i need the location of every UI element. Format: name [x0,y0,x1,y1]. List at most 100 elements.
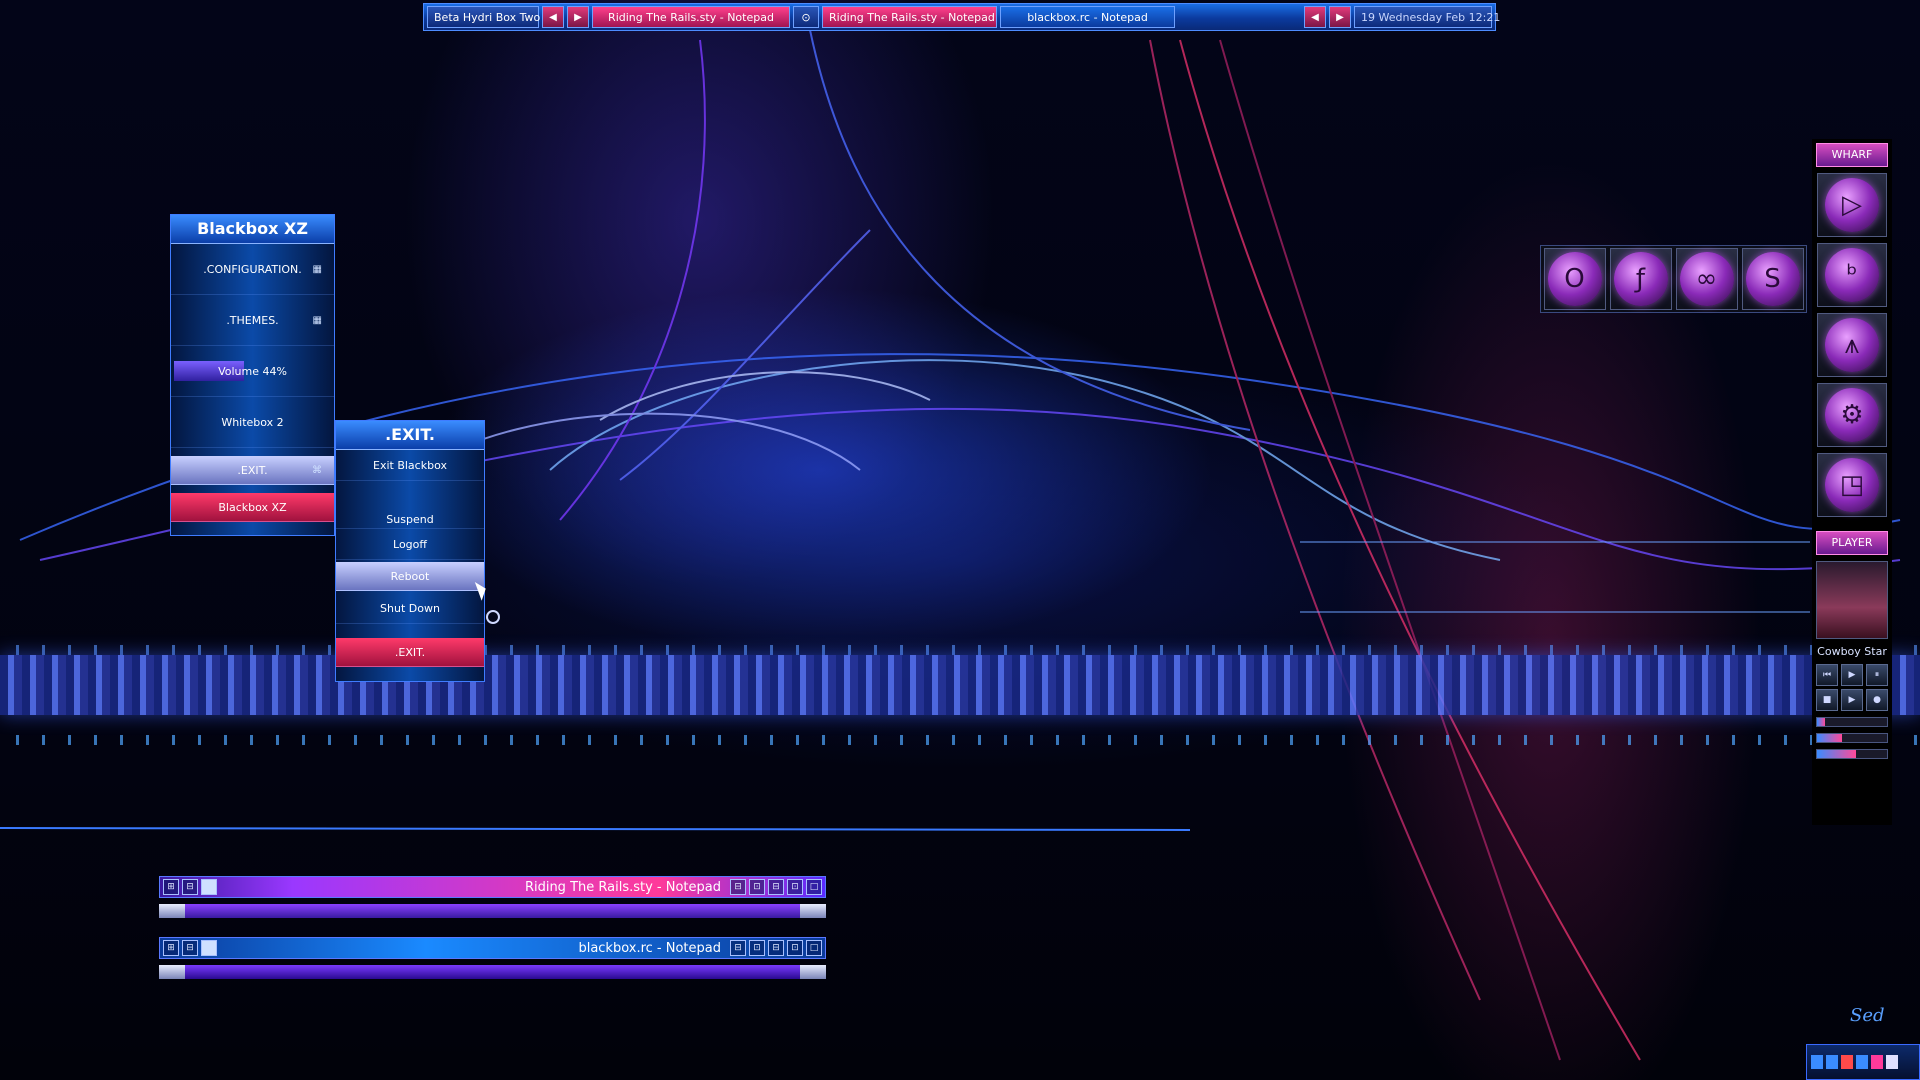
menu-item-label: .EXIT. [237,463,268,477]
window-title: Riding The Rails.sty - Notepad [524,879,721,895]
window-handle-bar[interactable] [185,965,800,979]
sticky-button[interactable]: ⊟ [730,940,746,956]
menu-item-suspend[interactable]: Suspend [336,489,484,529]
menu-item-whitebox[interactable]: Whitebox 2 [171,397,334,448]
tray-volume-icon[interactable] [1826,1055,1838,1069]
minimize-button[interactable]: ⊟ [768,940,784,956]
task-blackbox-rc[interactable]: blackbox.rc - Notepad [1000,6,1175,28]
notepad-app-icon [201,879,217,895]
ontop-button[interactable]: ⊡ [749,940,765,956]
launcher-network-button[interactable]: ∞ [1675,248,1738,310]
menu-footer-exit[interactable]: .EXIT. [336,638,484,667]
pause-button[interactable]: ⏸ [1866,664,1888,686]
next-track-button[interactable]: ▶ [1841,689,1863,711]
menu-item-logoff[interactable]: Logoff [336,529,484,560]
window-shade-button[interactable]: ⊟ [182,879,198,895]
wharf-button-arrow[interactable]: ⩚ [1817,313,1887,377]
menu-item-exit[interactable]: .EXIT. ⌘ [171,456,334,485]
system-tray [1806,1044,1920,1080]
window-menu-button[interactable]: ⊞ [163,879,179,895]
window-titlebar[interactable]: ⊞ ⊟ blackbox.rc - Notepad ⊟ ⊡ ⊟ ⊡ □ [159,937,826,959]
next-workspace-button[interactable]: ▶ [567,6,589,28]
left-resize-grip[interactable] [159,904,185,918]
tray-network-icon[interactable] [1811,1055,1823,1069]
window-blackbox-rc: ⊞ ⊟ blackbox.rc - Notepad ⊟ ⊡ ⊟ ⊡ □ [159,937,826,983]
prev-workspace-button[interactable]: ◀ [542,6,564,28]
prev-track-button[interactable]: ⏮ [1816,664,1838,686]
menu-item-shutdown[interactable]: Shut Down [336,593,484,624]
task-riding-the-rails-2[interactable]: Riding The Rails.sty - Notepad [822,6,997,28]
task-separator-icon[interactable]: ⊙ [793,6,819,28]
window-title: blackbox.rc - Notepad [578,940,721,956]
menu-footer-blackbox[interactable]: Blackbox XZ [171,493,334,522]
window-handle-bar[interactable] [185,904,800,918]
menu-footer-label: Blackbox XZ [218,500,287,514]
window-handle [159,965,826,979]
next-task-button[interactable]: ▶ [1329,6,1351,28]
pin-icon: ⌘ [312,464,322,476]
volume-slider[interactable] [1816,733,1888,743]
coil-bottom-ticks [0,735,1920,745]
menu-item-exit-blackbox[interactable]: Exit Blackbox [336,450,484,481]
player-controls: ⏮ ▶ ⏸ ■ ▶ ● [1812,664,1892,711]
arrow-up-orb-icon: ⩚ [1825,318,1879,372]
sticky-button[interactable]: ⊟ [730,879,746,895]
ontop-button[interactable]: ⊡ [749,879,765,895]
maximize-button[interactable]: ⊡ [787,940,803,956]
prev-task-button[interactable]: ◀ [1304,6,1326,28]
tray-antivirus-icon[interactable] [1841,1055,1853,1069]
menu-item-volume[interactable]: Volume 44% [171,346,334,397]
menu-item-themes[interactable]: .THEMES. ▦ [171,295,334,346]
record-button[interactable]: ● [1866,689,1888,711]
balance-fill [1817,750,1856,758]
menu-item-label: Logoff [393,537,427,551]
launcher-opera-button[interactable]: O [1543,248,1606,310]
seek-slider[interactable] [1816,717,1888,727]
wharf-button-window[interactable]: ◳ [1817,453,1887,517]
stop-button[interactable]: ■ [1816,689,1838,711]
right-resize-grip[interactable] [800,904,826,918]
notepad-app-icon [201,940,217,956]
menu-footer-label: .EXIT. [394,645,426,659]
balance-slider[interactable] [1816,749,1888,759]
wharf-panel: WHARF ▷ ᵇ ⩚ ⚙ ◳ PLAYER Cowboy Star ⏮ ▶ ⏸… [1812,139,1892,825]
menu-item-label: Reboot [390,569,430,583]
firefox-icon: ƒ [1613,252,1668,306]
window-menu-button[interactable]: ⊞ [163,940,179,956]
toolbar-clock[interactable]: 19 Wednesday Feb 12:21 [1354,6,1500,28]
wharf-button-play[interactable]: ▷ [1817,173,1887,237]
tray-app-icon[interactable] [1856,1055,1868,1069]
exit-submenu-title[interactable]: .EXIT. [336,421,484,450]
window-shade-button[interactable]: ⊟ [182,940,198,956]
album-art[interactable] [1816,561,1888,639]
maximize-button[interactable]: ⊡ [787,879,803,895]
main-menu-title[interactable]: Blackbox XZ [171,215,334,244]
close-button[interactable]: □ [806,879,822,895]
menu-item-reboot[interactable]: Reboot [336,562,484,591]
close-button[interactable]: □ [806,940,822,956]
minimize-button[interactable]: ⊟ [768,879,784,895]
right-resize-grip[interactable] [800,965,826,979]
menu-item-label: Whitebox 2 [221,415,284,429]
menu-item-configuration[interactable]: .CONFIGURATION. ▦ [171,244,334,295]
left-resize-grip[interactable] [159,965,185,979]
wharf-label: WHARF [1816,143,1888,167]
window-titlebar[interactable]: ⊞ ⊟ Riding The Rails.sty - Notepad ⊟ ⊡ ⊟… [159,876,826,898]
menu-item-label: Exit Blackbox [373,458,447,472]
task-riding-the-rails-1[interactable]: Riding The Rails.sty - Notepad [592,6,790,28]
wharf-button-settings[interactable]: ⚙ [1817,383,1887,447]
launcher-bar: O ƒ ∞ S [1540,245,1807,313]
submenu-icon: ▦ [312,263,322,275]
workspace-label[interactable]: Beta Hydri Box Two [427,6,540,28]
launcher-firefox-button[interactable]: ƒ [1609,248,1672,310]
play-button[interactable]: ▶ [1841,664,1863,686]
tray-media-icon[interactable] [1871,1055,1883,1069]
tray-lock-icon[interactable] [1886,1055,1898,1069]
submenu-icon: ▦ [312,314,322,326]
player-volume-fill [1817,734,1842,742]
player-label: PLAYER [1816,531,1888,555]
wharf-button-bbstyle[interactable]: ᵇ [1817,243,1887,307]
network-icon: ∞ [1679,252,1734,306]
launcher-skype-button[interactable]: S [1741,248,1804,310]
bbstyle-orb-icon: ᵇ [1825,248,1879,302]
